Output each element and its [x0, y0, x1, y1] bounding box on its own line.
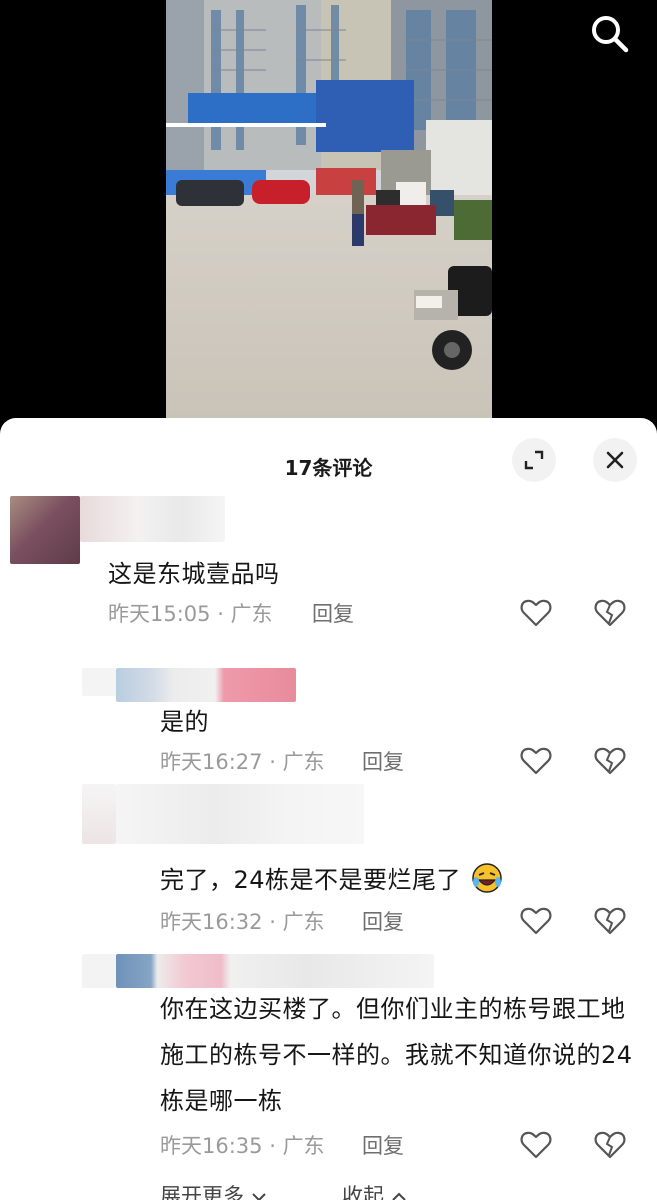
comment-text: 是的 [160, 708, 209, 736]
heart-icon[interactable] [519, 904, 553, 938]
expand-icon [524, 450, 544, 470]
comment-location: 广东 [230, 602, 273, 626]
avatar[interactable] [82, 668, 116, 696]
reply-item: 完了，24栋是不是要烂尾了 昨天16:32 · 广东 回复 [0, 780, 657, 935]
comment-text: 你在这边买楼了。但你们业主的栋号跟工地施工的栋号不一样的。我就不知道你说的24栋… [160, 995, 633, 1115]
comment-location: 广东 [282, 1134, 325, 1158]
avatar[interactable] [82, 954, 116, 988]
comment-time: 昨天16:35 [160, 1134, 263, 1158]
comments-sheet: 17条评论 这是东城壹品吗 昨天15:05 · 广东 回复 是的 昨天16:27… [0, 418, 657, 1200]
expand-more-label: 展开更多 [160, 1184, 244, 1200]
close-icon [606, 451, 624, 469]
username[interactable] [116, 954, 434, 988]
reply-item: 你在这边买楼了。但你们业主的栋号跟工地施工的栋号不一样的。我就不知道你说的24栋… [0, 942, 657, 1182]
search-button[interactable] [588, 12, 632, 56]
thread-controls: 展开更多 收起 [0, 1178, 657, 1200]
comment-text: 完了，24栋是不是要烂尾了 [160, 860, 503, 895]
search-icon [592, 16, 629, 53]
crying-laughing-emoji [472, 863, 502, 893]
video-frame[interactable] [166, 0, 492, 420]
heart-icon[interactable] [519, 596, 553, 630]
comment-item: 这是东城壹品吗 昨天15:05 · 广东 回复 [0, 496, 657, 636]
close-button[interactable] [593, 438, 637, 482]
reply-button[interactable]: 回复 [362, 906, 404, 936]
video-player[interactable] [0, 0, 657, 420]
comment-location: 广东 [282, 910, 325, 934]
reply-button[interactable]: 回复 [362, 1130, 404, 1160]
reply-button[interactable]: 回复 [312, 598, 354, 628]
username[interactable] [80, 496, 225, 542]
broken-heart-icon[interactable] [593, 596, 627, 630]
chevron-down-icon [251, 1193, 266, 1200]
collapse-button[interactable]: 收起 [342, 1180, 407, 1200]
comment-meta: 昨天16:32 · 广东 [160, 910, 325, 934]
broken-heart-icon[interactable] [593, 1128, 627, 1162]
broken-heart-icon[interactable] [593, 744, 627, 778]
reply-item: 是的 昨天16:27 · 广东 回复 [0, 658, 657, 788]
reply-button[interactable]: 回复 [362, 746, 404, 776]
comment-meta: 昨天16:27 · 广东 [160, 750, 325, 774]
comments-count-title: 17条评论 [284, 456, 373, 480]
expand-more-button[interactable]: 展开更多 [160, 1180, 267, 1200]
comment-meta: 昨天15:05 · 广东 [108, 602, 273, 626]
comment-time: 昨天16:27 [160, 750, 263, 774]
comment-text-content: 完了，24栋是不是要烂尾了 [160, 866, 462, 894]
comment-meta: 昨天16:35 · 广东 [160, 1134, 325, 1158]
chevron-up-icon [391, 1192, 406, 1200]
heart-icon[interactable] [519, 744, 553, 778]
comment-location: 广东 [282, 750, 325, 774]
username[interactable] [116, 784, 364, 844]
avatar[interactable] [10, 496, 80, 564]
broken-heart-icon[interactable] [593, 904, 627, 938]
heart-icon[interactable] [519, 1128, 553, 1162]
expand-button[interactable] [512, 438, 556, 482]
avatar[interactable] [82, 784, 116, 844]
username[interactable] [116, 668, 296, 702]
comment-time: 昨天15:05 [108, 602, 211, 626]
comment-time: 昨天16:32 [160, 910, 263, 934]
comment-text: 这是东城壹品吗 [108, 560, 280, 588]
collapse-label: 收起 [342, 1184, 384, 1200]
video-scene [166, 0, 492, 420]
